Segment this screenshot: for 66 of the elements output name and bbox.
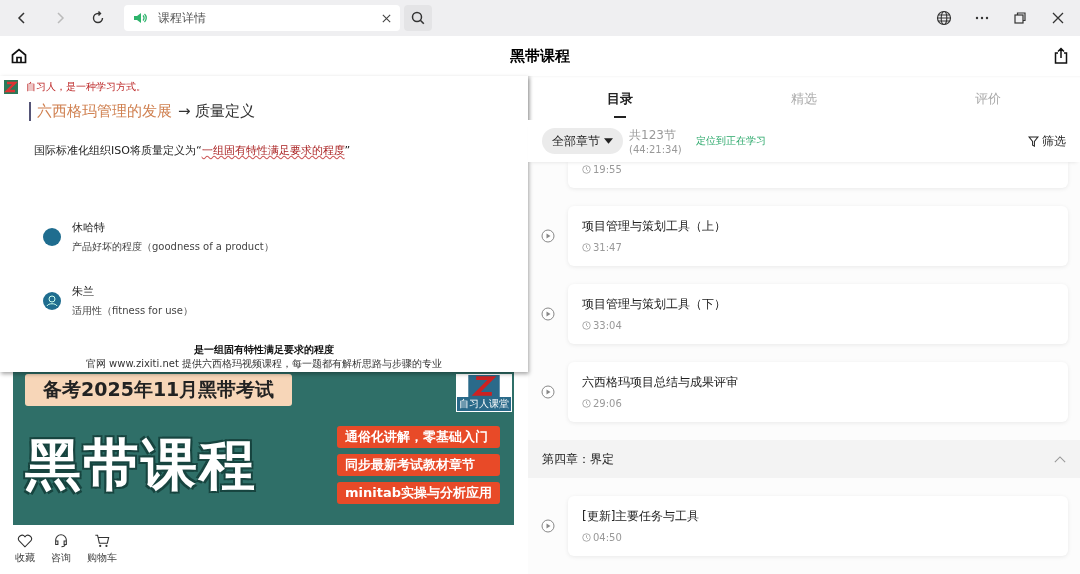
lesson-card[interactable]: 项目管理与策划工具（下） 33:04 (568, 284, 1068, 344)
headset-button[interactable]: 咨询 (51, 533, 71, 565)
lesson-title: 六西格玛项目总结与成果评审 (582, 374, 739, 391)
address-bar[interactable]: 课程详情 (124, 5, 400, 31)
person-name: 休哈特 (72, 220, 106, 235)
play-icon[interactable] (541, 229, 555, 243)
banner-headline: 备考2025年11月黑带考试 (25, 374, 293, 406)
lesson-duration: 19:55 (593, 164, 622, 175)
filter-button[interactable]: 筛选 (1028, 132, 1066, 150)
lesson-title: [更新]主要任务与工具 (582, 508, 701, 525)
lesson-duration: 33:04 (593, 320, 622, 331)
lesson-title: 项目管理与策划工具（上） (582, 218, 727, 235)
lesson-count: 共123节 (629, 127, 677, 144)
feature-tag: minitab实操与分析应用 (337, 482, 500, 504)
lesson-duration: 31:47 (593, 242, 622, 253)
play-icon[interactable] (541, 385, 555, 399)
heart-icon (17, 533, 33, 549)
tab[interactable]: 目录 (528, 76, 712, 120)
search-icon (410, 10, 426, 26)
search-button[interactable] (404, 5, 432, 31)
lesson-duration: 29:06 (593, 398, 622, 409)
lesson-card[interactable]: [更新]主要任务与工具 04:50 (568, 496, 1068, 556)
cart-icon (94, 533, 110, 549)
restore-icon[interactable] (1012, 10, 1028, 26)
play-icon[interactable] (541, 307, 555, 321)
logo-icon (4, 80, 18, 94)
total-duration: (44:21:34) (629, 144, 682, 155)
headset-icon (53, 533, 69, 549)
close-icon[interactable] (381, 12, 392, 24)
slogan-text: 自习人，是一种学习方式。 (26, 80, 146, 94)
clock-icon (582, 533, 591, 542)
video-player[interactable]: 自习人，是一种学习方式。 六西格玛管理的发展 → 质量定义 国际标准化组织ISO将质量定义为“一组固有特性满足要求的程度” 休哈特 产品好坏的程度（goodness of a product） 朱兰 适用性（fitness for use） 是一组固有特性满足要求的程度 官网 www.zixiti.net 提供六西格玛视频课程，每一题都有解析思路与步骤的专业 (0, 76, 528, 372)
slide-title: 六西格玛管理的发展 (37, 102, 172, 121)
feature-tag: 同步最新考试教材章节 (337, 454, 500, 476)
chapter-header[interactable]: 第四章：界定 (528, 440, 1080, 478)
play-icon[interactable] (541, 519, 555, 533)
person-name: 朱兰 (72, 284, 95, 299)
banner-title: 黑带课程 (25, 437, 257, 493)
slide-subtitle: → 质量定义 (178, 102, 256, 121)
definition-text: 国际标准化组织ISO将质量定义为“一组固有特性满足要求的程度” (34, 143, 352, 158)
lesson-card[interactable]: 六西格玛项目总结与成果评审 29:06 (568, 362, 1068, 422)
clock-icon (582, 165, 591, 174)
feature-tag: 通俗化讲解，零基础入门 (337, 426, 500, 448)
clock-icon (582, 399, 591, 408)
person-definition: 适用性（fitness for use） (72, 304, 193, 318)
share-icon[interactable] (1052, 47, 1070, 65)
lesson-title: 项目管理与策划工具（下） (582, 296, 727, 313)
home-icon[interactable] (10, 47, 28, 65)
video-subtitle: 是一组固有特性满足要求的程度 (194, 343, 334, 357)
person-definition: 产品好坏的程度（goodness of a product） (72, 240, 274, 254)
lesson-card[interactable]: 项目管理与策划工具（上） 31:47 (568, 206, 1068, 266)
refresh-icon[interactable] (90, 10, 106, 26)
lesson-duration: 04:50 (593, 532, 622, 543)
page-title: 黑带课程 (510, 46, 570, 66)
clock-icon (582, 321, 591, 330)
caret-icon (604, 138, 613, 144)
heart-button[interactable]: 收藏 (15, 533, 35, 565)
funnel-icon (1028, 135, 1039, 147)
close-icon[interactable] (1050, 10, 1066, 26)
chapter-dropdown[interactable]: 全部章节 (542, 128, 623, 154)
banner-logo: 自习人课堂 (456, 374, 512, 412)
clock-icon (582, 243, 591, 252)
scrolling-caption: 官网 www.zixiti.net 提供六西格玛视频课程，每一题都有解析思路与步骤的专业 (85, 357, 443, 371)
speaker-icon (132, 10, 148, 26)
globe-icon[interactable] (936, 10, 952, 26)
cart-button[interactable]: 购物车 (87, 533, 117, 565)
